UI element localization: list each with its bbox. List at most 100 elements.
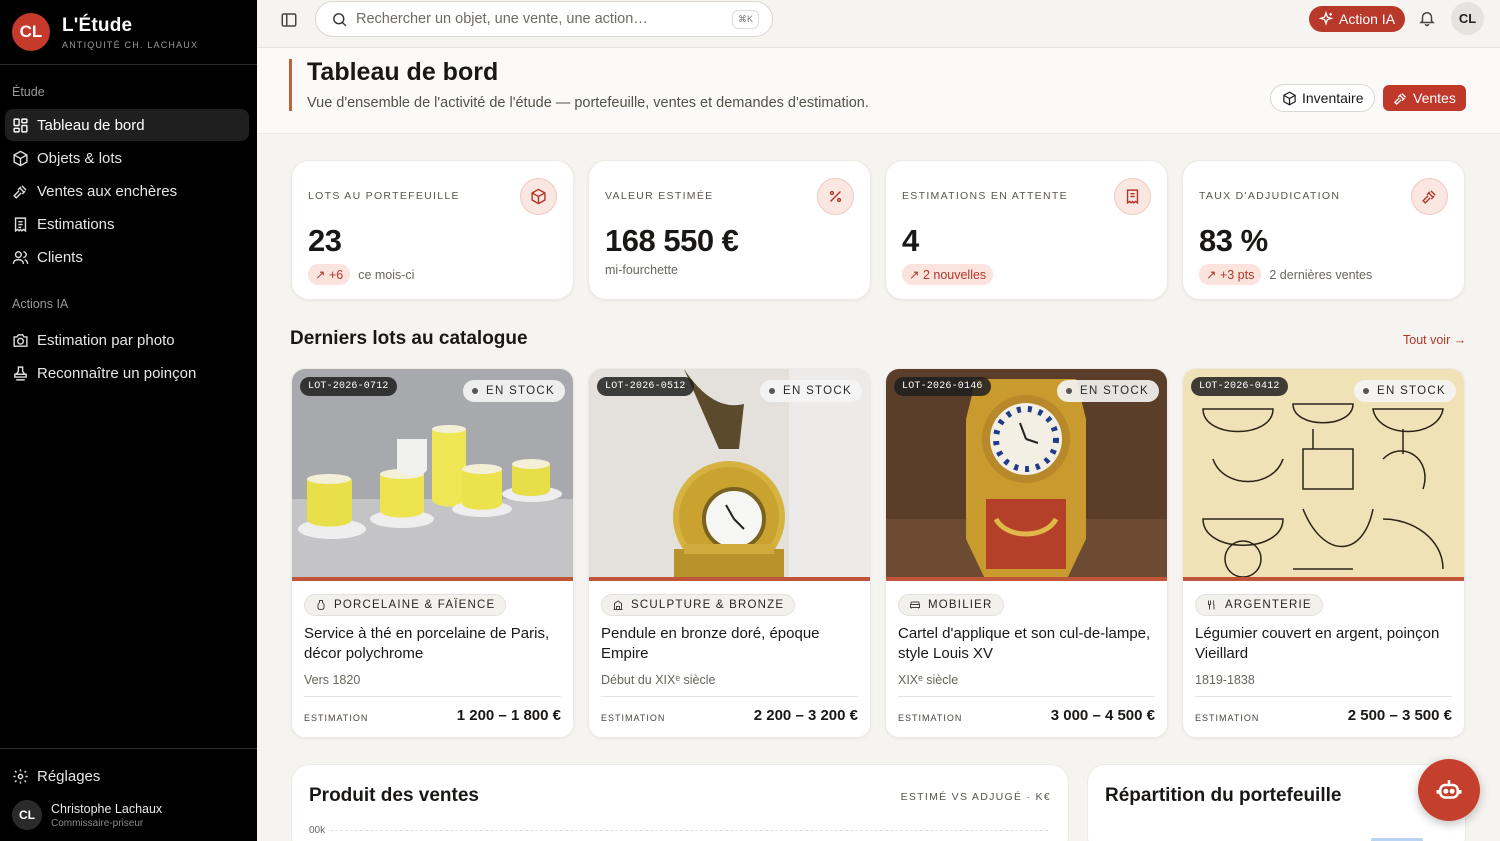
lot-card[interactable]: LOT-2026-0412 EN STOCK ARGENTERIE Légumi… xyxy=(1182,368,1465,738)
stamp-icon xyxy=(14,365,27,381)
sidebar-item-clients[interactable]: Clients xyxy=(5,241,249,273)
status-badge: EN STOCK xyxy=(1354,380,1456,402)
ai-action-button[interactable]: Action IA xyxy=(1309,6,1406,32)
page-title: Tableau de bord xyxy=(307,58,499,86)
sidebar-item-settings[interactable]: Réglages xyxy=(5,760,249,792)
brand-logo[interactable]: CL xyxy=(12,13,50,51)
receipt-icon xyxy=(1114,178,1151,215)
receipt-icon xyxy=(14,216,27,232)
kpi-value: 168 550 € xyxy=(605,223,739,258)
kpi-card-rate: TAUX D'ADJUDICATION 83 % ↗ +3 pts 2 dern… xyxy=(1182,160,1465,300)
lot-card[interactable]: LOT-2026-0712 EN STOCK PORCELAINE & FAÏE… xyxy=(291,368,574,738)
kpi-trend-badge: ↗ +6 xyxy=(308,264,351,285)
robot-icon xyxy=(1436,780,1462,799)
gridline xyxy=(330,830,1048,831)
brand-subtitle: ANTIQUITÉ CH. LACHAUX xyxy=(62,39,199,50)
user-name: Christophe Lachaux xyxy=(51,801,163,816)
sparkles-icon xyxy=(1318,11,1334,26)
gavel-icon xyxy=(1393,92,1406,105)
search-bar[interactable]: ⌘K xyxy=(315,1,773,37)
user-role: Commissaire-priseur xyxy=(51,817,144,829)
sidebar-toggle-icon[interactable] xyxy=(280,11,298,29)
sales-chart-card: Produit des ventes ESTIMÉ VS ADJUGÉ · K€… xyxy=(291,764,1069,841)
user-profile[interactable]: CL Christophe Lachaux Commissaire-priseu… xyxy=(0,800,257,830)
sales-button-label: Ventes xyxy=(1413,90,1456,106)
sales-button[interactable]: Ventes xyxy=(1383,85,1466,111)
brand-name: L'Étude xyxy=(62,14,133,36)
lot-title: Service à thé en porcelaine de Paris, dé… xyxy=(304,625,550,662)
status-badge: EN STOCK xyxy=(463,380,565,402)
avatar: CL xyxy=(12,800,42,830)
lot-title: Pendule en bronze doré, époque Empire xyxy=(601,625,820,662)
cutlery-icon xyxy=(1208,600,1215,610)
search-input[interactable] xyxy=(356,11,726,27)
sidebar-item-photo-estimate[interactable]: Estimation par photo xyxy=(5,324,249,356)
lot-reference: LOT-2026-0146 xyxy=(894,377,991,396)
kpi-value: 83 % xyxy=(1199,223,1268,258)
sofa-icon xyxy=(910,601,920,609)
sidebar-item-label: Objets & lots xyxy=(37,149,123,167)
sidebar-item-estimations[interactable]: Estimations xyxy=(5,208,249,240)
sidebar-item-hallmark[interactable]: Reconnaître un poinçon xyxy=(5,357,249,389)
category-chip: SCULPTURE & BRONZE xyxy=(601,594,796,616)
y-axis-tick: 00k xyxy=(309,825,326,836)
estimate-label: ESTIMATION xyxy=(601,713,666,723)
lot-card[interactable]: LOT-2026-0512 EN STOCK SCULPTURE & BRONZ… xyxy=(588,368,871,738)
search-shortcut: ⌘K xyxy=(732,9,760,29)
lot-image: LOT-2026-0146 EN STOCK xyxy=(886,369,1167,581)
estimate-value: 1 200 – 1 800 € xyxy=(456,707,561,724)
lot-card[interactable]: LOT-2026-0146 EN STOCK MOBILIER Cartel d… xyxy=(885,368,1168,738)
percent-icon xyxy=(817,178,854,215)
sidebar-item-label: Clients xyxy=(37,248,83,266)
box-icon xyxy=(1283,91,1296,105)
lot-image: LOT-2026-0412 EN STOCK xyxy=(1183,369,1464,581)
lot-reference: LOT-2026-0412 xyxy=(1191,377,1288,396)
sidebar-footer: Réglages CL Christophe Lachaux Commissai… xyxy=(0,748,257,841)
building-icon xyxy=(613,600,623,610)
lot-image: LOT-2026-0712 EN STOCK xyxy=(292,369,573,581)
sidebar-item-label: Reconnaître un poinçon xyxy=(37,364,197,382)
status-badge: EN STOCK xyxy=(760,380,862,402)
kpi-trend-badge: ↗ 2 nouvelles xyxy=(902,264,994,285)
estimate-value: 3 000 – 4 500 € xyxy=(1050,707,1155,724)
bell-icon[interactable] xyxy=(1418,9,1436,27)
card-meta: ESTIMÉ VS ADJUGÉ · K€ xyxy=(900,791,1051,803)
inventory-button-label: Inventaire xyxy=(1302,90,1364,106)
sidebar-item-auctions[interactable]: Ventes aux enchères xyxy=(5,175,249,207)
kpi-card-value: VALEUR ESTIMÉE 168 550 € mi-fourchette xyxy=(588,160,871,300)
kpi-label: VALEUR ESTIMÉE xyxy=(605,190,714,202)
kpi-value: 4 xyxy=(902,223,919,258)
lot-image: LOT-2026-0512 EN STOCK xyxy=(589,369,870,581)
sidebar-item-label: Estimations xyxy=(37,215,115,233)
sidebar-item-lots[interactable]: Objets & lots xyxy=(5,142,249,174)
sidebar-item-label: Réglages xyxy=(37,767,101,785)
estimate-label: ESTIMATION xyxy=(304,713,369,723)
sidebar-section-ai: Actions IA xyxy=(12,297,69,311)
estimate-value: 2 500 – 3 500 € xyxy=(1347,707,1452,724)
ai-action-label: Action IA xyxy=(1339,11,1396,27)
kpi-label: LOTS AU PORTEFEUILLE xyxy=(308,190,460,202)
lot-title: Légumier couvert en argent, poinçon Viei… xyxy=(1195,625,1440,662)
kpi-note: ce mois-ci xyxy=(358,267,415,282)
assistant-button[interactable] xyxy=(1418,759,1480,821)
estimate-label: ESTIMATION xyxy=(1195,713,1260,723)
gavel-icon xyxy=(13,184,27,199)
sidebar-item-dashboard[interactable]: Tableau de bord xyxy=(5,109,249,141)
see-all-link[interactable]: Tout voir → xyxy=(1403,333,1466,347)
status-badge: EN STOCK xyxy=(1057,380,1159,402)
sidebar: CL L'Étude ANTIQUITÉ CH. LACHAUX Étude T… xyxy=(0,0,257,841)
lot-date: Début du XIXᵉ siècle xyxy=(601,673,716,687)
category-chip: MOBILIER xyxy=(898,594,1004,616)
gear-icon xyxy=(13,768,28,784)
portfolio-card: Répartition du portefeuille xyxy=(1087,764,1466,841)
inventory-button[interactable]: Inventaire xyxy=(1270,84,1376,112)
kpi-card-lots: LOTS AU PORTEFEUILLE 23 ↗ +6 ce mois-ci xyxy=(291,160,574,300)
estimate-label: ESTIMATION xyxy=(898,713,963,723)
box-icon xyxy=(520,178,557,215)
lot-reference: LOT-2026-0712 xyxy=(300,377,397,396)
section-title: Derniers lots au catalogue xyxy=(290,328,528,349)
dashboard-icon xyxy=(13,117,28,133)
accent-bar xyxy=(289,59,292,111)
lot-date: XIXᵉ siècle xyxy=(898,673,959,687)
avatar[interactable]: CL xyxy=(1451,2,1484,35)
